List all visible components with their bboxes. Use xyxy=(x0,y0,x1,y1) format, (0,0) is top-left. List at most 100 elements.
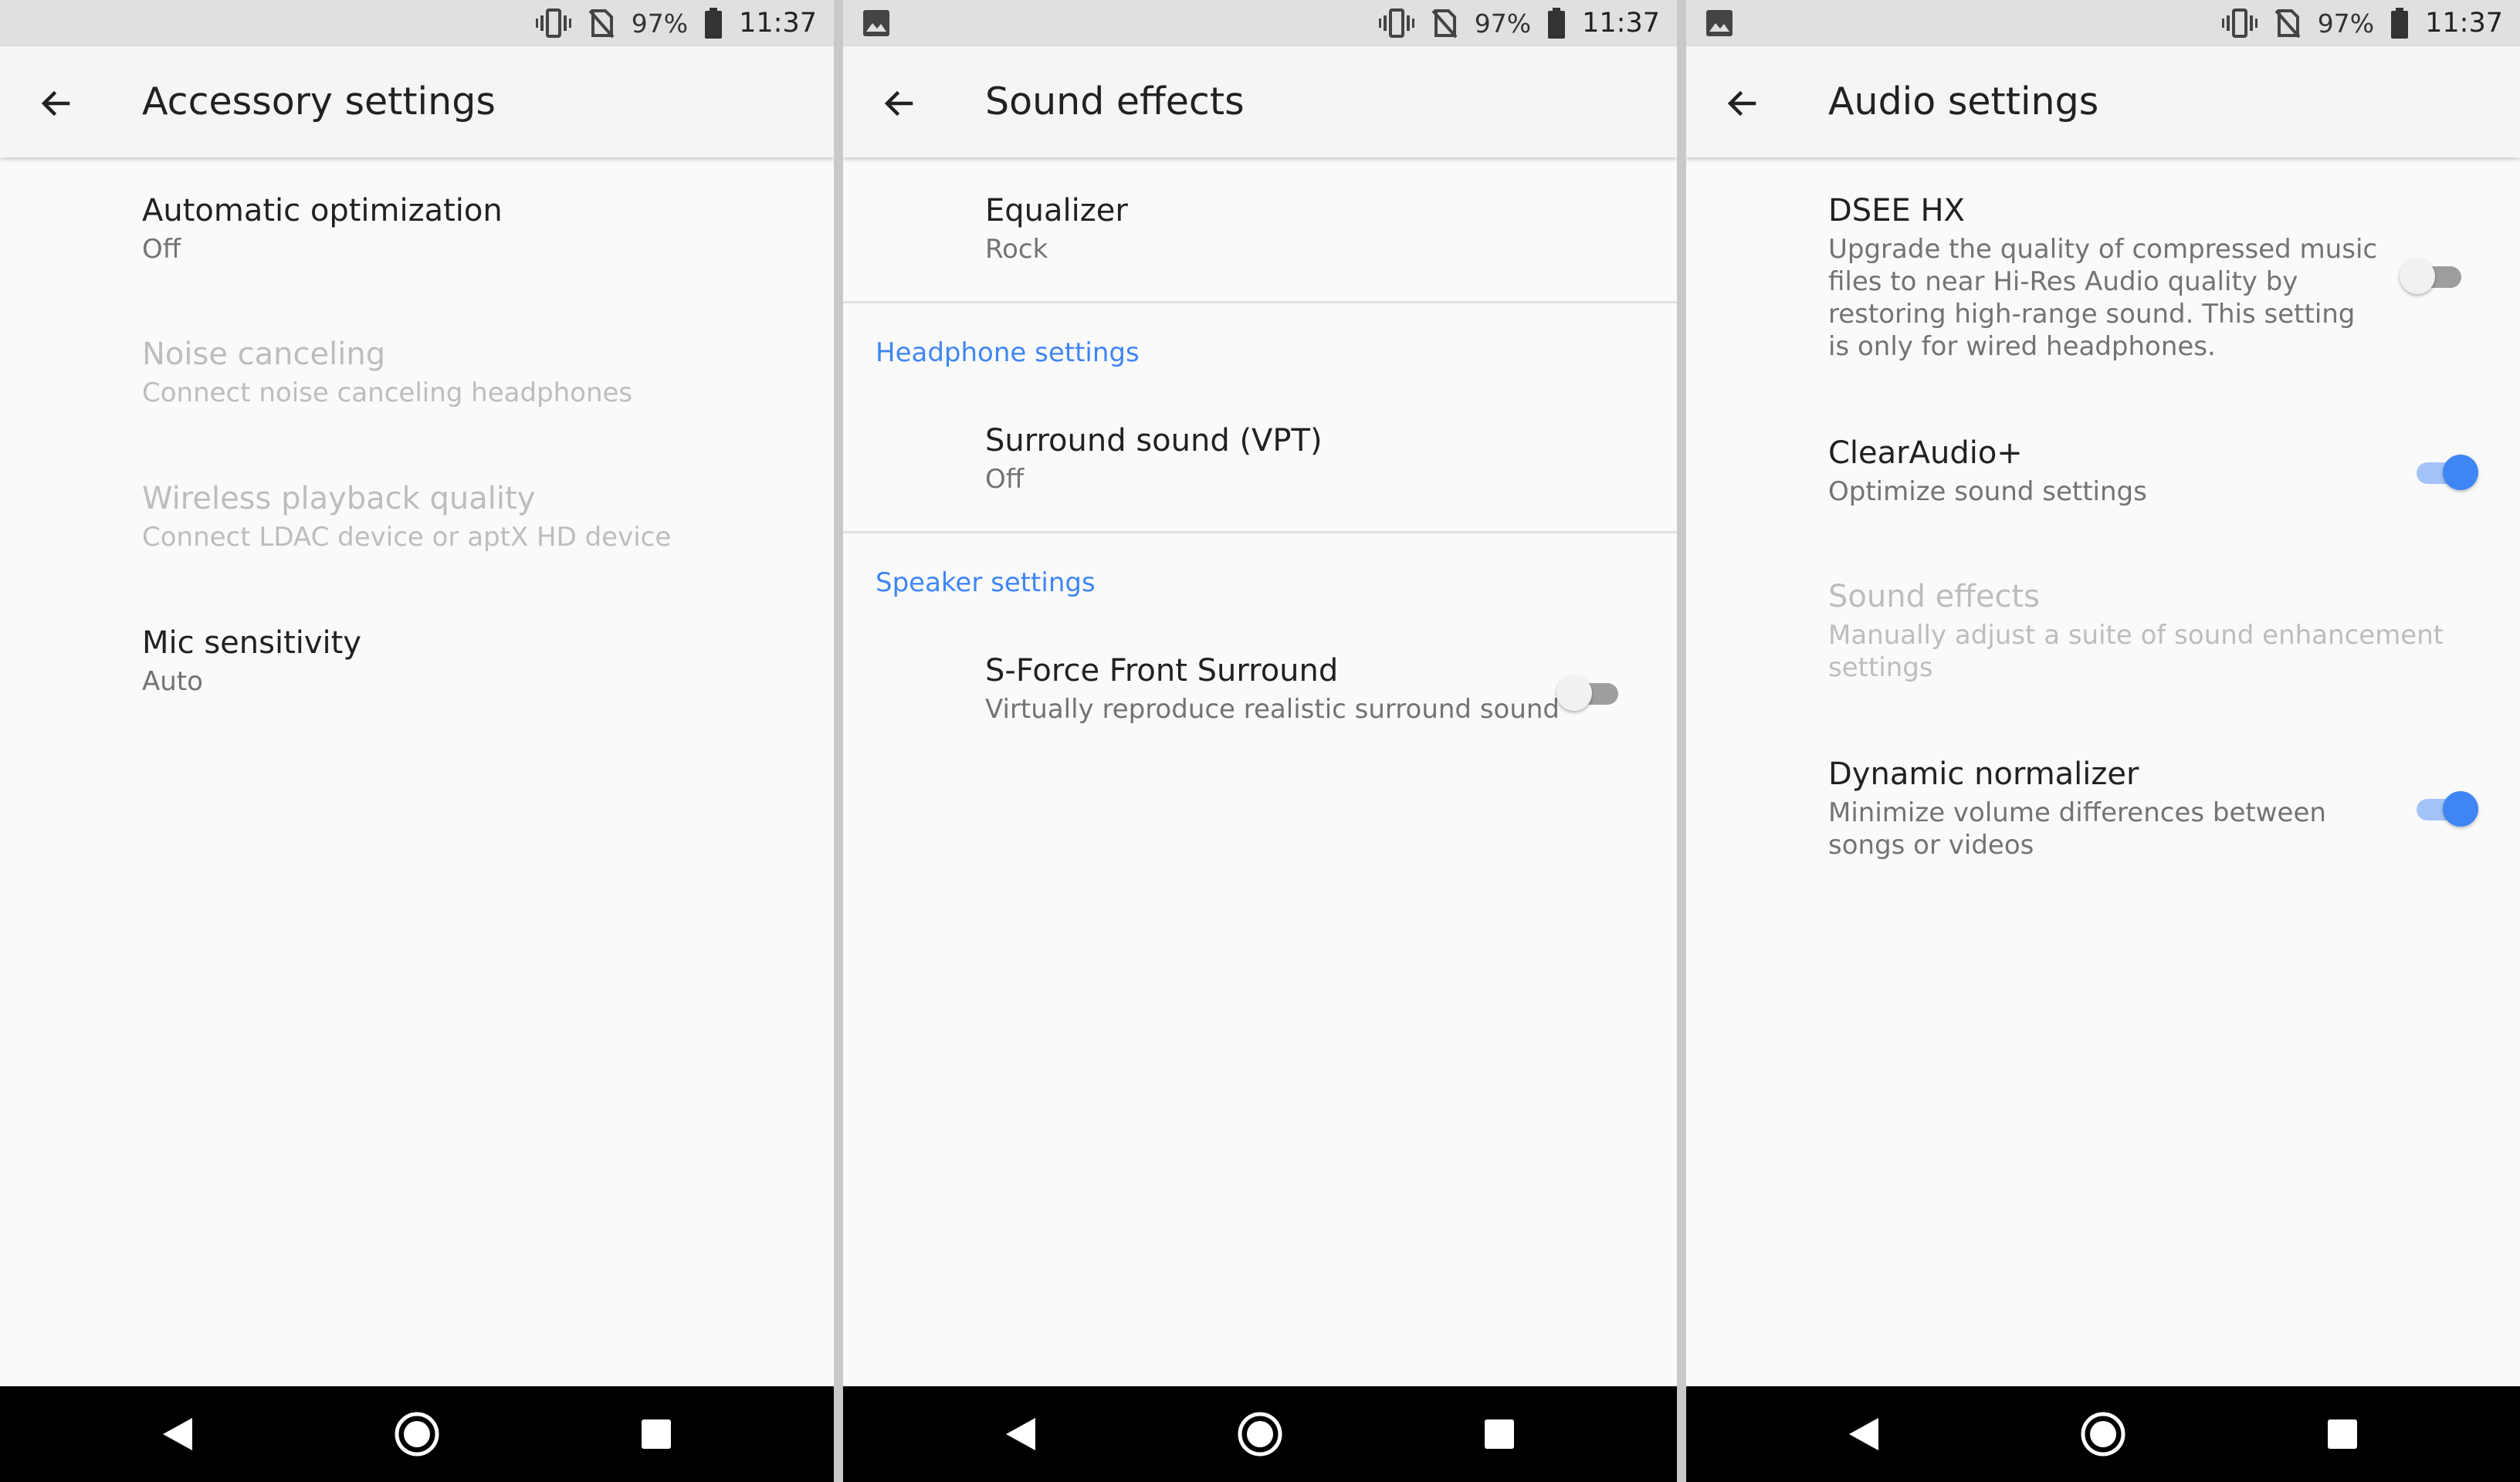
switch-thumb xyxy=(2443,455,2478,490)
back-arrow-icon xyxy=(1727,90,1756,117)
setting-title: Noise canceling xyxy=(142,337,386,372)
status-time: 11:37 xyxy=(739,8,817,39)
setting-summary: Connect noise canceling headphones xyxy=(142,377,633,408)
app-bar: Audio settings xyxy=(1686,46,2520,157)
setting-summary: Optimize sound settings xyxy=(1828,476,2147,507)
navigation-bar xyxy=(1686,1386,2520,1482)
nav-back-button[interactable] xyxy=(1839,1409,1888,1459)
nav-home-icon xyxy=(395,1412,439,1457)
vibrate-icon xyxy=(2221,8,2258,38)
status-bar-left xyxy=(1706,0,1732,46)
setting-mic-sensitivity[interactable]: Mic sensitivity Auto xyxy=(0,621,834,729)
setting-title: S-Force Front Surround xyxy=(985,653,1339,689)
divider xyxy=(843,301,1677,303)
navigation-bar xyxy=(0,1386,834,1482)
phone-sound-effects: 97% 11:37 Sound effects Equalizer Rock H… xyxy=(843,0,1677,1482)
setting-dynamic-normalizer[interactable]: Dynamic normalizer Minimize volume diffe… xyxy=(1686,752,2520,891)
app-bar: Sound effects xyxy=(843,46,1677,157)
nav-recents-button[interactable] xyxy=(632,1409,681,1459)
vibrate-icon xyxy=(1378,8,1414,38)
dynamic-normalizer-toggle[interactable] xyxy=(2412,786,2478,831)
navigation-bar xyxy=(843,1386,1677,1482)
image-notification-icon xyxy=(1706,10,1732,36)
setting-summary: Minimize volume differences between song… xyxy=(1828,797,2326,861)
setting-noise-canceling: Noise canceling Connect noise canceling … xyxy=(0,332,834,440)
status-bar-right: 97% 11:37 xyxy=(1378,0,1660,46)
no-sim-icon xyxy=(1431,9,1458,39)
setting-dsee-hx[interactable]: DSEE HX Upgrade the quality of compresse… xyxy=(1686,188,2520,374)
status-bar-right: 97% 11:37 xyxy=(2221,0,2503,46)
image-notification-icon xyxy=(863,10,889,36)
setting-summary: Manually adjust a suite of sound enhance… xyxy=(1828,620,2444,683)
nav-back-button[interactable] xyxy=(153,1409,202,1459)
nav-recents-icon xyxy=(1485,1419,1514,1449)
nav-recents-button[interactable] xyxy=(1475,1409,1524,1459)
setting-summary: Upgrade the quality of compressed music … xyxy=(1828,234,2378,362)
back-arrow-icon xyxy=(884,90,913,117)
back-button[interactable] xyxy=(23,71,88,136)
setting-summary: Off xyxy=(985,464,1025,495)
phone-accessory-settings: 97% 11:37 Accessory settings Automatic o… xyxy=(0,0,834,1482)
setting-summary: Auto xyxy=(142,666,203,697)
no-sim-icon xyxy=(2274,9,2301,39)
clearaudio-toggle[interactable] xyxy=(2412,449,2478,494)
setting-title: ClearAudio+ xyxy=(1828,435,2023,471)
setting-automatic-optimization[interactable]: Automatic optimization Off xyxy=(0,188,834,296)
setting-title: Dynamic normalizer xyxy=(1828,756,2139,792)
status-bar: 97% 11:37 xyxy=(1686,0,2520,46)
nav-home-button[interactable] xyxy=(2078,1409,2128,1459)
no-sim-icon xyxy=(588,9,615,39)
setting-summary: Rock xyxy=(985,234,1048,265)
setting-title: Automatic optimization xyxy=(142,193,503,228)
setting-title: Mic sensitivity xyxy=(142,625,362,661)
page-title: Audio settings xyxy=(1828,80,2099,124)
battery-percent: 97% xyxy=(631,8,689,39)
nav-recents-button[interactable] xyxy=(2318,1409,2367,1459)
battery-percent: 97% xyxy=(1474,8,1532,39)
back-arrow-icon xyxy=(41,90,70,117)
section-header-speaker: Speaker settings xyxy=(876,567,1096,598)
battery-icon xyxy=(705,8,723,39)
back-button[interactable] xyxy=(1709,71,1774,136)
page-title: Accessory settings xyxy=(142,80,496,124)
nav-back-button[interactable] xyxy=(996,1409,1045,1459)
setting-title: Surround sound (VPT) xyxy=(985,423,1323,458)
setting-title: DSEE HX xyxy=(1828,193,1965,228)
status-bar-right: 97% 11:37 xyxy=(535,0,817,46)
setting-title: Wireless playback quality xyxy=(142,481,536,516)
phone-audio-settings: 97% 11:37 Audio settings DSEE HX Upgrade… xyxy=(1686,0,2520,1482)
setting-s-force-front-surround[interactable]: S-Force Front Surround Virtually reprodu… xyxy=(843,648,1677,756)
battery-icon xyxy=(2391,8,2409,39)
switch-thumb xyxy=(1556,675,1592,711)
nav-back-icon xyxy=(1849,1418,1878,1450)
status-bar: 97% 11:37 xyxy=(0,0,834,46)
status-bar: 97% 11:37 xyxy=(843,0,1677,46)
nav-home-button[interactable] xyxy=(1235,1409,1285,1459)
app-bar: Accessory settings xyxy=(0,46,834,157)
nav-back-icon xyxy=(163,1418,192,1450)
switch-thumb xyxy=(2443,791,2478,827)
status-time: 11:37 xyxy=(2425,8,2503,39)
setting-summary: Connect LDAC device or aptX HD device xyxy=(142,522,672,553)
back-button[interactable] xyxy=(866,71,931,136)
status-bar-left xyxy=(863,0,889,46)
setting-wireless-playback-quality: Wireless playback quality Connect LDAC d… xyxy=(0,476,834,584)
section-header-headphone: Headphone settings xyxy=(876,337,1140,368)
nav-home-button[interactable] xyxy=(392,1409,442,1459)
setting-clearaudio-plus[interactable]: ClearAudio+ Optimize sound settings xyxy=(1686,431,2520,539)
setting-surround-sound-vpt[interactable]: Surround sound (VPT) Off xyxy=(843,418,1677,526)
screenshot-collage: 97% 11:37 Accessory settings Automatic o… xyxy=(0,0,2520,1482)
dsee-hx-toggle[interactable] xyxy=(2400,253,2466,298)
setting-sound-effects: Sound effects Manually adjust a suite of… xyxy=(1686,574,2520,713)
page-title: Sound effects xyxy=(985,80,1245,124)
vibrate-icon xyxy=(535,8,571,38)
battery-icon xyxy=(1548,8,1566,39)
setting-summary: Virtually reproduce realistic surround s… xyxy=(985,694,1560,725)
battery-percent: 97% xyxy=(2317,8,2375,39)
s-force-toggle[interactable] xyxy=(1556,670,1623,715)
divider xyxy=(843,531,1677,533)
nav-home-icon xyxy=(2081,1412,2125,1457)
nav-recents-icon xyxy=(642,1419,671,1449)
setting-summary: Off xyxy=(142,234,181,265)
setting-equalizer[interactable]: Equalizer Rock xyxy=(843,188,1677,296)
